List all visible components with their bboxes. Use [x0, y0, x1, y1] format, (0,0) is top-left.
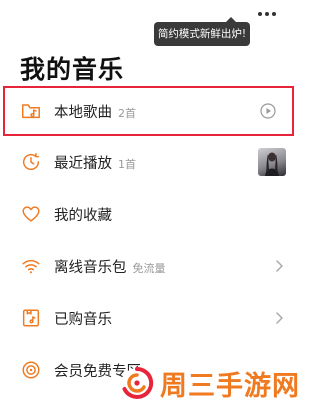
site-watermark: 周三手游网	[120, 362, 300, 404]
folder-music-icon	[22, 104, 40, 119]
menu-item-recent-play[interactable]: 最近播放 1首	[0, 136, 300, 188]
simple-mode-tooltip: 简约模式新鲜出炉!	[154, 17, 250, 46]
purchased-label: 已购音乐	[54, 311, 112, 328]
purchased-music-icon	[22, 309, 40, 327]
favorites-label: 我的收藏	[54, 207, 112, 224]
recent-play-count: 1首	[118, 157, 136, 171]
watermark-text: 周三手游网	[160, 370, 300, 402]
swirl-logo-icon	[122, 366, 154, 399]
menu-item-label: 离线音乐包 免流量	[54, 256, 166, 277]
menu-item-label: 本地歌曲 2首	[54, 101, 136, 122]
wifi-icon	[22, 259, 40, 274]
more-dot	[258, 12, 262, 16]
play-circle-icon[interactable]	[260, 103, 276, 119]
menu-item-label: 最近播放 1首	[54, 152, 136, 173]
more-dot	[272, 12, 276, 16]
more-options-button[interactable]	[258, 12, 276, 16]
vinyl-disc-icon	[22, 361, 40, 379]
offline-package-label: 离线音乐包	[54, 259, 127, 276]
heart-icon	[22, 206, 40, 222]
menu-item-offline-package[interactable]: 离线音乐包 免流量	[0, 240, 300, 292]
chevron-right-icon	[276, 260, 283, 272]
menu-item-purchased[interactable]: 已购音乐	[0, 292, 300, 344]
recent-clock-icon	[22, 153, 40, 171]
menu-item-favorites[interactable]: 我的收藏	[0, 188, 300, 240]
recent-play-label: 最近播放	[54, 155, 112, 172]
music-menu-list: 本地歌曲 2首 最近播放 1首 我的收藏 离线音乐包 免流量 已购音乐 会员免费…	[0, 86, 300, 396]
album-art-figure	[265, 152, 279, 176]
more-dot	[265, 12, 269, 16]
chevron-right-icon	[276, 312, 283, 324]
menu-item-local-songs[interactable]: 本地歌曲 2首	[3, 86, 294, 136]
page-title: 我的音乐	[20, 55, 125, 84]
album-thumbnail[interactable]	[258, 148, 286, 176]
offline-package-tag: 免流量	[132, 261, 166, 275]
local-songs-count: 2首	[118, 106, 136, 120]
local-songs-label: 本地歌曲	[54, 104, 112, 121]
